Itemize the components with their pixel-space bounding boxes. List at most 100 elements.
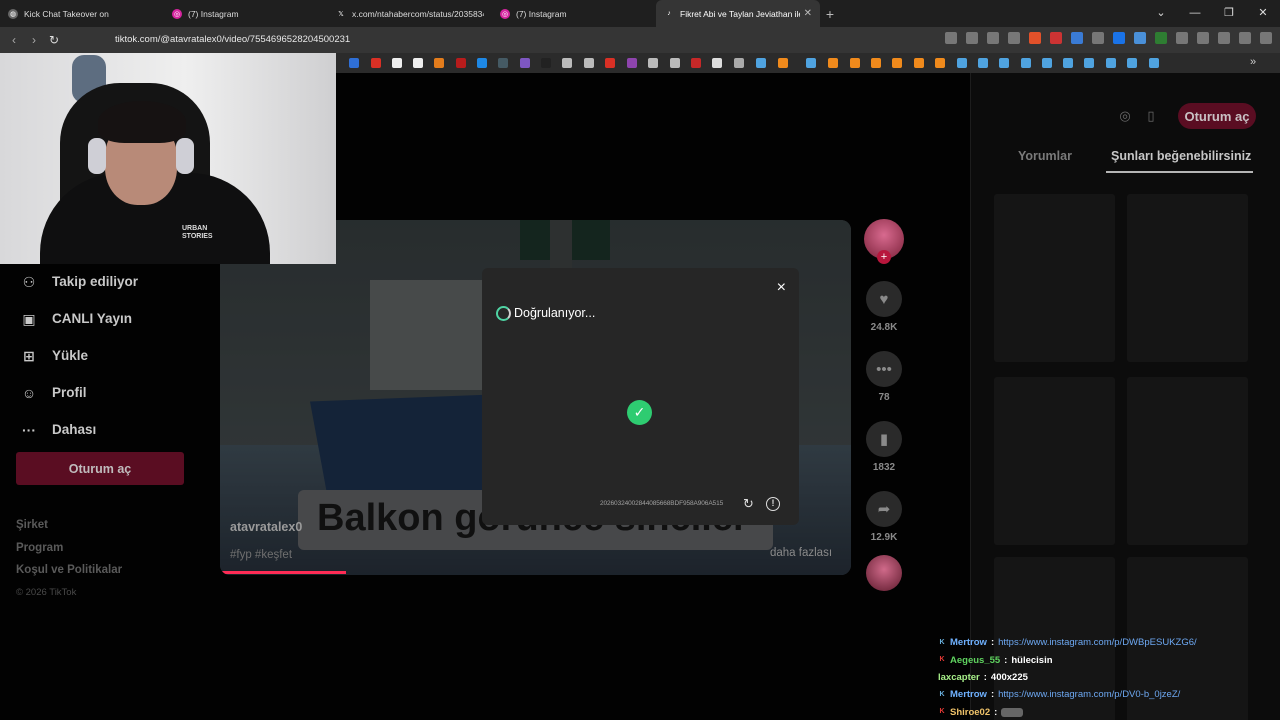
browser-tab[interactable]: 𝕏 x.com/ntahabercom/status/20358346 <box>328 0 492 27</box>
video-more-link[interactable]: daha fazlası <box>770 547 832 559</box>
footer-link-program[interactable]: Program <box>16 542 122 565</box>
extension-icon[interactable] <box>1050 32 1062 44</box>
sidebar-login-button[interactable]: Oturum aç <box>16 452 184 485</box>
bookmark-icon[interactable] <box>1106 58 1116 68</box>
bookmark-icon[interactable] <box>670 58 680 68</box>
footer-link-company[interactable]: Şirket <box>16 519 122 542</box>
bookmark-icon[interactable] <box>806 58 816 68</box>
folder-icon[interactable] <box>734 58 744 68</box>
video-thumbnail[interactable] <box>1127 194 1248 362</box>
sidebar-item-following[interactable]: ⚇ Takip ediliyor <box>20 263 138 300</box>
bookmark-icon[interactable]: ▮ <box>866 421 902 457</box>
extension-icon[interactable] <box>966 32 978 44</box>
video-author[interactable]: atavratalex0 <box>230 520 302 534</box>
bookmark-icon[interactable] <box>999 58 1009 68</box>
video-thumbnail[interactable] <box>994 377 1115 545</box>
video-thumbnail[interactable] <box>994 194 1115 362</box>
bookmark-icon[interactable] <box>349 58 359 68</box>
browser-tab[interactable]: ◍ Kick Chat Takeover on <box>0 0 164 27</box>
bookmark-icon[interactable] <box>434 58 444 68</box>
minimize-icon[interactable]: — <box>1178 0 1212 27</box>
bookmark-icon[interactable] <box>978 58 988 68</box>
extension-icon[interactable] <box>1071 32 1083 44</box>
bookmark-icon[interactable] <box>914 58 924 68</box>
bookmark-icon[interactable] <box>871 58 881 68</box>
sidebar-item-more[interactable]: ··· Dahası <box>20 411 138 448</box>
share-icon[interactable]: ➦ <box>866 491 902 527</box>
extension-icon[interactable] <box>1092 32 1104 44</box>
compass-icon[interactable]: ◎ <box>1116 108 1134 126</box>
sidebar-item-upload[interactable]: ⊞ Yükle <box>20 337 138 374</box>
refresh-icon[interactable]: ↻ <box>743 496 754 512</box>
new-tab-button[interactable]: + <box>820 6 840 22</box>
tab-search-icon[interactable]: ⌄ <box>1144 0 1178 27</box>
extension-icon[interactable] <box>1113 32 1125 44</box>
download-icon[interactable] <box>1218 32 1230 44</box>
close-window-icon[interactable]: ✕ <box>1246 0 1280 27</box>
share-action[interactable]: ➦ 12.9K <box>862 491 906 543</box>
bookmark-icon[interactable] <box>1127 58 1137 68</box>
bookmark-icon[interactable] <box>562 58 572 68</box>
video-tags[interactable]: #fyp #keşfet <box>230 549 292 561</box>
bookmark-icon[interactable] <box>1063 58 1073 68</box>
maximize-icon[interactable]: ❐ <box>1212 0 1246 27</box>
bookmark-icon[interactable] <box>541 58 551 68</box>
bookmark-icon[interactable] <box>648 58 658 68</box>
puzzle-icon[interactable] <box>1176 32 1188 44</box>
video-progress-bar[interactable] <box>220 571 347 574</box>
tab-close-icon[interactable]: ✕ <box>804 8 812 19</box>
browser-tab[interactable]: ◎ (7) Instagram <box>164 0 328 27</box>
bookmark-icon[interactable] <box>456 58 466 68</box>
heart-icon[interactable]: ♥ <box>866 281 902 317</box>
sidebar-item-live[interactable]: ▣ CANLI Yayın <box>20 300 138 337</box>
extension-icon[interactable] <box>1134 32 1146 44</box>
extension-icon[interactable] <box>1155 32 1167 44</box>
bookmark-icon[interactable] <box>627 58 637 68</box>
bookmark-icon[interactable] <box>892 58 902 68</box>
bookmark-icon[interactable] <box>935 58 945 68</box>
back-icon[interactable]: ‹ <box>4 33 24 47</box>
bookmark-icon[interactable] <box>691 58 701 68</box>
forward-icon[interactable]: › <box>24 33 44 47</box>
bookmark-icon[interactable] <box>584 58 594 68</box>
menu-icon[interactable] <box>1260 32 1272 44</box>
brave-shield-icon[interactable] <box>1029 32 1041 44</box>
creator-avatar[interactable]: + <box>864 219 904 264</box>
bookmark-icon[interactable] <box>1042 58 1052 68</box>
bookmark-icon[interactable] <box>392 58 402 68</box>
save-action[interactable]: ▮ 1832 <box>862 421 906 473</box>
footer-link-terms[interactable]: Koşul ve Politikalar <box>16 564 122 587</box>
tab-comments[interactable]: Yorumlar <box>1018 149 1072 163</box>
comment-icon[interactable]: ••• <box>866 351 902 387</box>
reload-icon[interactable]: ↻ <box>44 33 64 47</box>
close-icon[interactable]: × <box>777 279 786 297</box>
music-avatar[interactable] <box>866 555 902 591</box>
bookmark-icon[interactable] <box>778 58 788 68</box>
video-thumbnail[interactable] <box>1127 377 1248 545</box>
bookmark-icon[interactable] <box>756 58 766 68</box>
bookmark-icon[interactable] <box>477 58 487 68</box>
bookmarks-overflow-icon[interactable]: » <box>1250 56 1256 68</box>
bookmark-icon[interactable] <box>1149 58 1159 68</box>
url-field[interactable]: tiktok.com/@atavratalex0/video/755469652… <box>115 34 350 45</box>
media-icon[interactable] <box>1239 32 1251 44</box>
bookmark-icon[interactable] <box>371 58 381 68</box>
share-icon[interactable] <box>1008 32 1020 44</box>
follow-plus-icon[interactable]: + <box>877 250 891 264</box>
sidebar-item-profile[interactable]: ☺ Profil <box>20 374 138 411</box>
chat-link[interactable]: https://www.instagram.com/p/DV0-b_0jzeZ/ <box>998 689 1180 700</box>
tab-you-may-like[interactable]: Şunları beğenebilirsiniz <box>1111 149 1251 163</box>
device-icon[interactable]: ▯ <box>1142 108 1160 126</box>
bookmark-icon[interactable] <box>1021 58 1031 68</box>
bookmark-icon[interactable] <box>520 58 530 68</box>
chat-link[interactable]: https://www.instagram.com/p/DWBpESUKZG6/ <box>998 637 1197 648</box>
zoom-icon[interactable] <box>987 32 999 44</box>
bookmark-icon[interactable] <box>712 58 722 68</box>
header-login-button[interactable]: Oturum aç <box>1178 103 1256 129</box>
browser-tab-active[interactable]: ♪ Fikret Abi ve Taylan Jeviathan ile ✕ <box>656 0 820 27</box>
bookmark-icon[interactable] <box>413 58 423 68</box>
info-icon[interactable]: ! <box>766 497 780 511</box>
bookmark-icon[interactable] <box>1084 58 1094 68</box>
browser-tab[interactable]: ◎ (7) Instagram <box>492 0 656 27</box>
bookmark-icon[interactable] <box>498 58 508 68</box>
